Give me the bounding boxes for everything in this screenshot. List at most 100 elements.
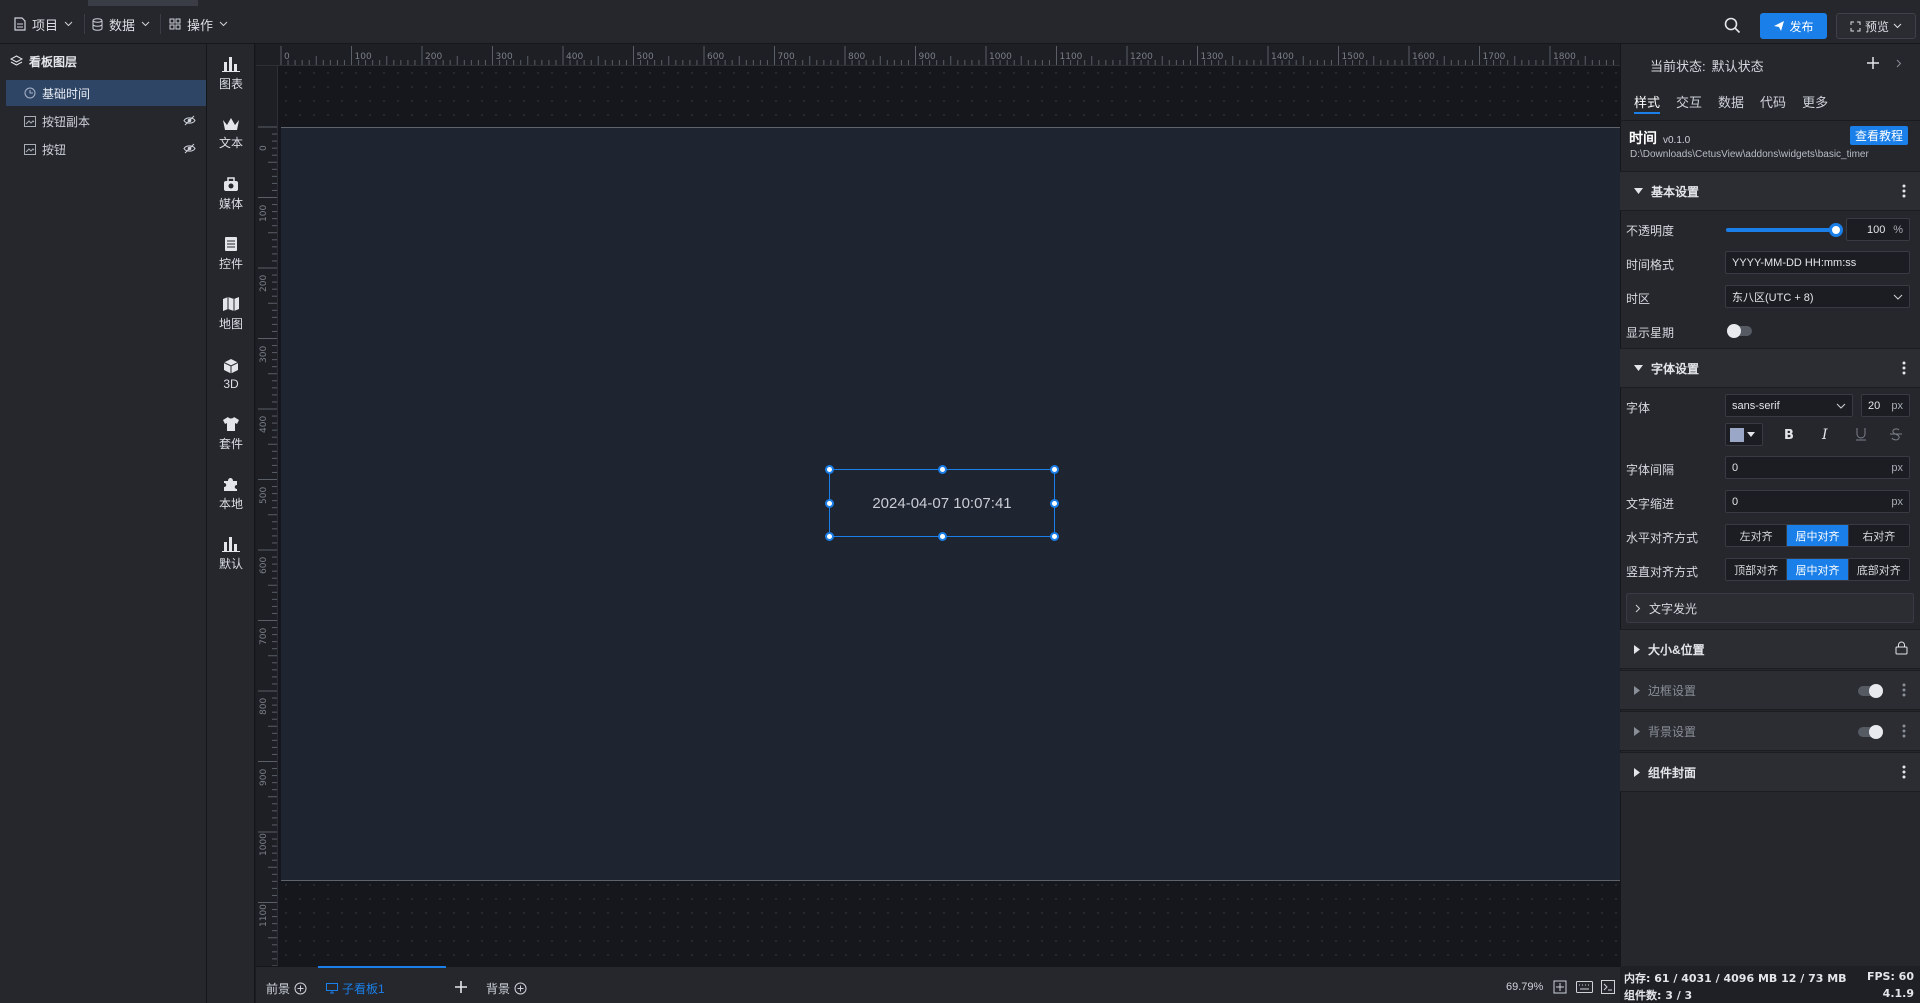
layer-item-basic-time[interactable]: 基础时间 bbox=[6, 80, 206, 106]
menu-project[interactable]: 项目 bbox=[14, 14, 73, 34]
align-bottom-option[interactable]: 底部对齐 bbox=[1848, 559, 1909, 580]
text-indent-input[interactable]: 0 px bbox=[1725, 490, 1910, 513]
strikethrough-icon[interactable] bbox=[1889, 427, 1903, 441]
plus-circle-icon[interactable] bbox=[514, 982, 527, 995]
more-vertical-icon[interactable] bbox=[1902, 361, 1906, 375]
more-vertical-icon[interactable] bbox=[1902, 765, 1906, 779]
chevron-right-icon[interactable] bbox=[1896, 59, 1902, 68]
ruler-top-label: 300 bbox=[495, 52, 513, 62]
align-left-option[interactable]: 左对齐 bbox=[1726, 525, 1788, 546]
italic-icon[interactable]: I bbox=[1819, 427, 1833, 441]
vertical-align-group: 顶部对齐 居中对齐 底部对齐 bbox=[1725, 558, 1910, 581]
tab-style[interactable]: 样式 bbox=[1634, 92, 1661, 114]
ruler-left-label: 0 bbox=[259, 145, 269, 151]
plus-circle-icon[interactable] bbox=[294, 982, 307, 995]
tab-data[interactable]: 数据 bbox=[1718, 92, 1744, 114]
add-state-icon[interactable] bbox=[1866, 56, 1880, 70]
font-size-unit: px bbox=[1891, 399, 1903, 412]
layer-item-button[interactable]: 按钮 bbox=[6, 136, 206, 162]
section-size-position[interactable]: 大小&位置 bbox=[1620, 629, 1920, 669]
timer-widget[interactable]: 2024-04-07 10:07:41 bbox=[825, 465, 1059, 541]
search-icon[interactable] bbox=[1724, 17, 1741, 34]
eye-off-icon[interactable] bbox=[183, 143, 196, 154]
more-vertical-icon[interactable] bbox=[1902, 724, 1906, 738]
menu-operation[interactable]: 操作 bbox=[169, 14, 228, 34]
resize-handle-sw[interactable] bbox=[825, 532, 834, 541]
resize-handle-e[interactable] bbox=[1050, 499, 1059, 508]
section-font-settings[interactable]: 字体设置 bbox=[1620, 348, 1920, 388]
zoom-level[interactable]: 69.79% bbox=[1506, 981, 1543, 993]
eye-off-icon[interactable] bbox=[183, 115, 196, 126]
tab-sub-board-1[interactable]: 子看板1 bbox=[326, 978, 385, 998]
background-toggle[interactable] bbox=[1858, 725, 1883, 739]
letter-spacing-input[interactable]: 0 px bbox=[1725, 456, 1910, 479]
send-icon bbox=[1773, 20, 1785, 32]
file-icon bbox=[14, 17, 26, 31]
section-widget-cover[interactable]: 组件封面 bbox=[1620, 752, 1920, 792]
tool-chart[interactable]: 图表 bbox=[207, 48, 255, 100]
letter-spacing-unit: px bbox=[1891, 461, 1903, 474]
lock-icon[interactable] bbox=[1895, 641, 1908, 655]
time-format-input[interactable]: YYYY-MM-DD HH:mm:ss bbox=[1725, 251, 1910, 274]
resize-handle-nw[interactable] bbox=[825, 465, 834, 474]
border-toggle[interactable] bbox=[1858, 684, 1883, 698]
show-weekday-toggle[interactable] bbox=[1727, 324, 1752, 338]
ruler-top-label: 1800 bbox=[1553, 52, 1576, 62]
tool-3d[interactable]: 3D bbox=[207, 348, 255, 400]
tab-more[interactable]: 更多 bbox=[1802, 92, 1828, 114]
align-center-option[interactable]: 居中对齐 bbox=[1787, 525, 1849, 546]
tab-background[interactable]: 背景 bbox=[486, 978, 527, 998]
text-glow-collapsible[interactable]: 文字发光 bbox=[1626, 593, 1914, 623]
tool-default[interactable]: 默认 bbox=[207, 528, 255, 580]
section-border-settings[interactable]: 边框设置 bbox=[1620, 670, 1920, 710]
view-tutorial-button[interactable]: 查看教程 bbox=[1850, 126, 1908, 145]
section-background-settings[interactable]: 背景设置 bbox=[1620, 711, 1920, 751]
font-size-input[interactable]: 20 px bbox=[1861, 394, 1910, 417]
tool-media[interactable]: 媒体 bbox=[207, 168, 255, 220]
resize-handle-s[interactable] bbox=[938, 532, 947, 541]
tab-code[interactable]: 代码 bbox=[1760, 92, 1786, 114]
align-middle-option[interactable]: 居中对齐 bbox=[1787, 559, 1849, 580]
menu-data[interactable]: 数据 bbox=[92, 14, 150, 34]
caret-down-icon bbox=[1747, 432, 1755, 437]
bold-icon[interactable]: B bbox=[1782, 427, 1796, 441]
layer-item-button-copy[interactable]: 按钮副本 bbox=[6, 108, 206, 134]
widget-count-status: 组件数: 3 / 3 bbox=[1624, 989, 1693, 1002]
resize-handle-w[interactable] bbox=[825, 499, 834, 508]
keyboard-icon[interactable] bbox=[1576, 981, 1593, 993]
tool-kit[interactable]: 套件 bbox=[207, 408, 255, 460]
section-basic-settings[interactable]: 基本设置 bbox=[1620, 171, 1920, 211]
tab-foreground[interactable]: 前景 bbox=[266, 978, 307, 998]
underline-icon[interactable] bbox=[1854, 427, 1868, 441]
resize-handle-ne[interactable] bbox=[1050, 465, 1059, 474]
resize-handle-n[interactable] bbox=[938, 465, 947, 474]
current-state[interactable]: 当前状态: 默认状态 bbox=[1650, 56, 1764, 75]
caret-right-icon bbox=[1634, 644, 1640, 654]
tool-local[interactable]: 本地 bbox=[207, 468, 255, 520]
tool-map[interactable]: 地图 bbox=[207, 288, 255, 340]
preview-button[interactable]: 预览 bbox=[1836, 13, 1916, 39]
publish-button[interactable]: 发布 bbox=[1760, 13, 1827, 39]
font-family-select[interactable]: sans-serif bbox=[1725, 394, 1853, 417]
resize-handle-se[interactable] bbox=[1050, 532, 1059, 541]
tool-label: 媒体 bbox=[218, 197, 243, 211]
fit-screen-icon[interactable] bbox=[1553, 980, 1567, 994]
font-color-picker[interactable] bbox=[1725, 423, 1763, 446]
align-right-option[interactable]: 右对齐 bbox=[1848, 525, 1909, 546]
opacity-slider-knob[interactable] bbox=[1829, 223, 1843, 237]
more-vertical-icon[interactable] bbox=[1902, 184, 1906, 198]
opacity-input[interactable]: 100 % bbox=[1846, 218, 1910, 241]
tool-text[interactable]: 文本 bbox=[207, 108, 255, 160]
tool-control[interactable]: 控件 bbox=[207, 228, 255, 280]
tab-interaction[interactable]: 交互 bbox=[1676, 92, 1702, 114]
more-vertical-icon[interactable] bbox=[1902, 683, 1906, 697]
align-top-option[interactable]: 顶部对齐 bbox=[1726, 559, 1788, 580]
opacity-slider[interactable] bbox=[1726, 223, 1843, 237]
ruler-top-label: 200 bbox=[425, 52, 443, 62]
terminal-icon[interactable] bbox=[1601, 980, 1615, 994]
layer-panel bbox=[0, 44, 207, 1003]
font-size-value: 20 bbox=[1868, 399, 1881, 412]
timezone-select[interactable]: 东八区(UTC + 8) bbox=[1725, 285, 1910, 308]
ruler-top-label: 900 bbox=[918, 52, 936, 62]
add-tab-icon[interactable] bbox=[454, 980, 468, 994]
